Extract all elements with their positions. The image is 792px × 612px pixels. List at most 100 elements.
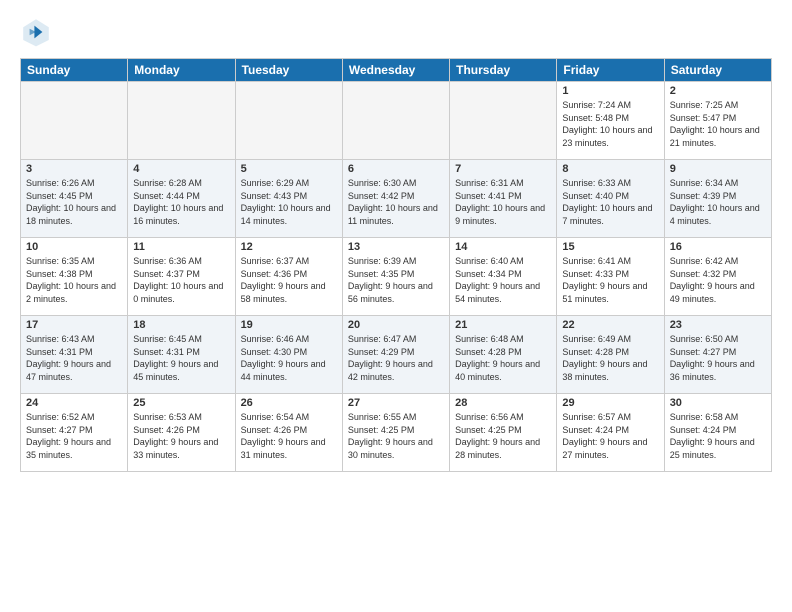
- weekday-header-wednesday: Wednesday: [342, 59, 449, 82]
- header: [20, 16, 772, 48]
- day-cell-empty-1: [128, 82, 235, 160]
- day-number: 9: [670, 163, 766, 175]
- day-info: Sunrise: 6:28 AM Sunset: 4:44 PM Dayligh…: [133, 177, 229, 227]
- day-number: 1: [562, 85, 658, 97]
- day-info: Sunrise: 6:40 AM Sunset: 4:34 PM Dayligh…: [455, 255, 551, 305]
- day-info: Sunrise: 6:47 AM Sunset: 4:29 PM Dayligh…: [348, 333, 444, 383]
- week-row-4: 17 Sunrise: 6:43 AM Sunset: 4:31 PM Dayli…: [21, 316, 772, 394]
- day-number: 10: [26, 241, 122, 253]
- day-number: 17: [26, 319, 122, 331]
- day-info: Sunrise: 6:56 AM Sunset: 4:25 PM Dayligh…: [455, 411, 551, 461]
- day-info: Sunrise: 6:55 AM Sunset: 4:25 PM Dayligh…: [348, 411, 444, 461]
- day-cell-25: 25 Sunrise: 6:53 AM Sunset: 4:26 PM Dayli…: [128, 394, 235, 472]
- day-cell-28: 28Sunrise: 6:56 AM Sunset: 4:25 PM Dayli…: [450, 394, 557, 472]
- day-number: 11: [133, 241, 229, 253]
- day-info: Sunrise: 6:46 AM Sunset: 4:30 PM Dayligh…: [241, 333, 337, 383]
- day-cell-13: 13 Sunrise: 6:39 AM Sunset: 4:35 PM Dayli…: [342, 238, 449, 316]
- day-number: 27: [348, 397, 444, 409]
- day-cell-5: 5 Sunrise: 6:29 AM Sunset: 4:43 PM Daylig…: [235, 160, 342, 238]
- day-info: Sunrise: 6:29 AM Sunset: 4:43 PM Dayligh…: [241, 177, 337, 227]
- day-cell-4: 4 Sunrise: 6:28 AM Sunset: 4:44 PM Daylig…: [128, 160, 235, 238]
- day-number: 15: [562, 241, 658, 253]
- day-number: 21: [455, 319, 551, 331]
- day-number: 20: [348, 319, 444, 331]
- day-info: Sunrise: 6:36 AM Sunset: 4:37 PM Dayligh…: [133, 255, 229, 305]
- day-cell-11: 11 Sunrise: 6:36 AM Sunset: 4:37 PM Dayli…: [128, 238, 235, 316]
- day-cell-22: 22Sunrise: 6:49 AM Sunset: 4:28 PM Dayli…: [557, 316, 664, 394]
- day-info: Sunrise: 6:39 AM Sunset: 4:35 PM Dayligh…: [348, 255, 444, 305]
- day-cell-15: 15 Sunrise: 6:41 AM Sunset: 4:33 PM Dayli…: [557, 238, 664, 316]
- day-cell-1: 1 Sunrise: 7:24 AM Sunset: 5:48 PM Daylig…: [557, 82, 664, 160]
- day-number: 24: [26, 397, 122, 409]
- day-cell-9: 9 Sunrise: 6:34 AM Sunset: 4:39 PM Daylig…: [664, 160, 771, 238]
- day-number: 25: [133, 397, 229, 409]
- day-cell-30: 30Sunrise: 6:58 AM Sunset: 4:24 PM Dayli…: [664, 394, 771, 472]
- day-cell-empty-3: [342, 82, 449, 160]
- day-info: Sunrise: 6:37 AM Sunset: 4:36 PM Dayligh…: [241, 255, 337, 305]
- day-info: Sunrise: 6:48 AM Sunset: 4:28 PM Dayligh…: [455, 333, 551, 383]
- day-cell-14: 14 Sunrise: 6:40 AM Sunset: 4:34 PM Dayli…: [450, 238, 557, 316]
- logo-icon: [20, 16, 52, 48]
- day-cell-empty-2: [235, 82, 342, 160]
- day-number: 4: [133, 163, 229, 175]
- day-info: Sunrise: 6:52 AM Sunset: 4:27 PM Dayligh…: [26, 411, 122, 461]
- day-info: Sunrise: 6:42 AM Sunset: 4:32 PM Dayligh…: [670, 255, 766, 305]
- weekday-header-monday: Monday: [128, 59, 235, 82]
- day-cell-27: 27 Sunrise: 6:55 AM Sunset: 4:25 PM Dayli…: [342, 394, 449, 472]
- day-number: 8: [562, 163, 658, 175]
- day-cell-empty-0: [21, 82, 128, 160]
- day-cell-empty-4: [450, 82, 557, 160]
- day-cell-23: 23 Sunrise: 6:50 AM Sunset: 4:27 PM Dayli…: [664, 316, 771, 394]
- day-info: Sunrise: 6:53 AM Sunset: 4:26 PM Dayligh…: [133, 411, 229, 461]
- day-cell-20: 20 Sunrise: 6:47 AM Sunset: 4:29 PM Dayli…: [342, 316, 449, 394]
- day-info: Sunrise: 6:49 AM Sunset: 4:28 PM Dayligh…: [562, 333, 658, 383]
- day-number: 2: [670, 85, 766, 97]
- day-info: Sunrise: 6:30 AM Sunset: 4:42 PM Dayligh…: [348, 177, 444, 227]
- day-number: 6: [348, 163, 444, 175]
- day-number: 14: [455, 241, 551, 253]
- day-info: Sunrise: 7:25 AM Sunset: 5:47 PM Dayligh…: [670, 99, 766, 149]
- week-row-2: 3Sunrise: 6:26 AM Sunset: 4:45 PM Daylig…: [21, 160, 772, 238]
- day-number: 16: [670, 241, 766, 253]
- day-info: Sunrise: 6:31 AM Sunset: 4:41 PM Dayligh…: [455, 177, 551, 227]
- day-number: 13: [348, 241, 444, 253]
- logo: [20, 16, 56, 48]
- day-info: Sunrise: 6:34 AM Sunset: 4:39 PM Dayligh…: [670, 177, 766, 227]
- day-info: Sunrise: 6:33 AM Sunset: 4:40 PM Dayligh…: [562, 177, 658, 227]
- day-cell-17: 17 Sunrise: 6:43 AM Sunset: 4:31 PM Dayli…: [21, 316, 128, 394]
- weekday-header-row: SundayMondayTuesdayWednesdayThursdayFrid…: [21, 59, 772, 82]
- day-cell-6: 6 Sunrise: 6:30 AM Sunset: 4:42 PM Daylig…: [342, 160, 449, 238]
- day-info: Sunrise: 6:54 AM Sunset: 4:26 PM Dayligh…: [241, 411, 337, 461]
- day-info: Sunrise: 6:58 AM Sunset: 4:24 PM Dayligh…: [670, 411, 766, 461]
- day-cell-21: 21 Sunrise: 6:48 AM Sunset: 4:28 PM Dayli…: [450, 316, 557, 394]
- day-info: Sunrise: 6:41 AM Sunset: 4:33 PM Dayligh…: [562, 255, 658, 305]
- calendar: SundayMondayTuesdayWednesdayThursdayFrid…: [20, 58, 772, 472]
- day-number: 19: [241, 319, 337, 331]
- week-row-3: 10Sunrise: 6:35 AM Sunset: 4:38 PM Dayli…: [21, 238, 772, 316]
- day-number: 5: [241, 163, 337, 175]
- day-info: Sunrise: 6:57 AM Sunset: 4:24 PM Dayligh…: [562, 411, 658, 461]
- day-cell-26: 26 Sunrise: 6:54 AM Sunset: 4:26 PM Dayli…: [235, 394, 342, 472]
- day-cell-7: 7 Sunrise: 6:31 AM Sunset: 4:41 PM Daylig…: [450, 160, 557, 238]
- day-number: 18: [133, 319, 229, 331]
- day-info: Sunrise: 7:24 AM Sunset: 5:48 PM Dayligh…: [562, 99, 658, 149]
- weekday-header-sunday: Sunday: [21, 59, 128, 82]
- day-cell-8: 8 Sunrise: 6:33 AM Sunset: 4:40 PM Daylig…: [557, 160, 664, 238]
- week-row-5: 24 Sunrise: 6:52 AM Sunset: 4:27 PM Dayli…: [21, 394, 772, 472]
- page: SundayMondayTuesdayWednesdayThursdayFrid…: [0, 0, 792, 612]
- day-number: 26: [241, 397, 337, 409]
- weekday-header-tuesday: Tuesday: [235, 59, 342, 82]
- day-number: 23: [670, 319, 766, 331]
- day-cell-24: 24 Sunrise: 6:52 AM Sunset: 4:27 PM Dayli…: [21, 394, 128, 472]
- day-cell-18: 18Sunrise: 6:45 AM Sunset: 4:31 PM Dayli…: [128, 316, 235, 394]
- day-cell-10: 10Sunrise: 6:35 AM Sunset: 4:38 PM Dayli…: [21, 238, 128, 316]
- day-info: Sunrise: 6:26 AM Sunset: 4:45 PM Dayligh…: [26, 177, 122, 227]
- day-cell-12: 12Sunrise: 6:37 AM Sunset: 4:36 PM Dayli…: [235, 238, 342, 316]
- day-info: Sunrise: 6:43 AM Sunset: 4:31 PM Dayligh…: [26, 333, 122, 383]
- day-info: Sunrise: 6:50 AM Sunset: 4:27 PM Dayligh…: [670, 333, 766, 383]
- day-number: 7: [455, 163, 551, 175]
- weekday-header-saturday: Saturday: [664, 59, 771, 82]
- week-row-1: 1 Sunrise: 7:24 AM Sunset: 5:48 PM Daylig…: [21, 82, 772, 160]
- day-cell-3: 3Sunrise: 6:26 AM Sunset: 4:45 PM Daylig…: [21, 160, 128, 238]
- day-number: 29: [562, 397, 658, 409]
